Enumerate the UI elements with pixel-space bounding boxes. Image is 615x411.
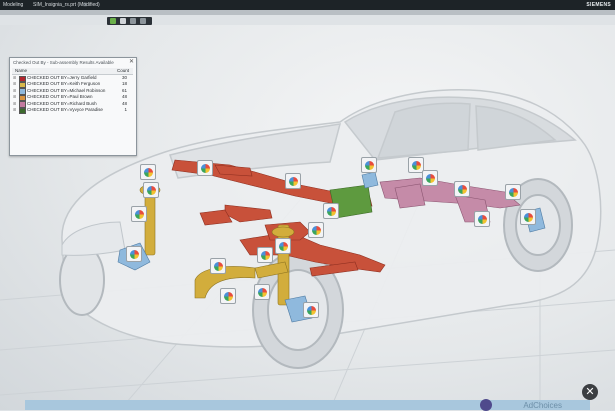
- close-icon[interactable]: ✕: [582, 384, 598, 400]
- checkout-marker-icon[interactable]: [257, 247, 273, 263]
- column-name-header[interactable]: Name: [15, 68, 27, 73]
- row-label: CHECKED OUT BY=Richard Bush: [27, 100, 97, 106]
- row-label: CHECKED OUT BY=Vyvyce Paradise: [27, 106, 103, 112]
- expand-icon[interactable]: ⊞: [13, 94, 16, 99]
- checkout-marker-icon[interactable]: [143, 182, 159, 198]
- checkout-marker-icon[interactable]: [361, 157, 377, 173]
- column-count-header[interactable]: Count: [117, 68, 129, 73]
- checkout-marker-icon[interactable]: [220, 288, 236, 304]
- checkout-marker-icon[interactable]: [474, 211, 490, 227]
- expand-icon[interactable]: ⊞: [13, 107, 16, 112]
- row-count: 61: [121, 87, 127, 93]
- expand-icon[interactable]: ⊞: [13, 75, 16, 80]
- checkout-marker-icon[interactable]: [323, 203, 339, 219]
- checkout-marker-icon[interactable]: [505, 184, 521, 200]
- row-label: CHECKED OUT BY=Jerry Garfield: [27, 75, 97, 80]
- checkout-marker-icon[interactable]: [131, 206, 147, 222]
- checkout-list: ⊞ CHECKED OUT BY=Jerry Garfield 30 ⊞ CHE…: [12, 75, 133, 115]
- checkout-marker-icon[interactable]: [308, 222, 324, 238]
- panel-close-icon[interactable]: ✕: [129, 58, 134, 65]
- expand-icon[interactable]: ⊞: [13, 81, 16, 86]
- row-label: CHECKED OUT BY=Keith Ferguson: [27, 81, 101, 87]
- checkout-marker-icon[interactable]: [140, 164, 156, 180]
- checkout-marker-icon[interactable]: [520, 209, 536, 225]
- ad-banner[interactable]: AdChoices: [25, 400, 590, 410]
- row-label: CHECKED OUT BY=Michael Robinson: [27, 87, 106, 93]
- panel-title: Checked Out By - Sub-assembly Results Av…: [13, 60, 114, 65]
- panel-column-header: Name Count: [12, 68, 133, 75]
- ad-logo-icon: [480, 399, 492, 411]
- row-count: 48: [121, 100, 127, 106]
- row-count: 30: [121, 75, 127, 80]
- checkout-marker-icon[interactable]: [197, 160, 213, 176]
- row-count: 48: [121, 94, 127, 100]
- expand-icon[interactable]: ⊞: [13, 88, 16, 93]
- checked-out-by-panel[interactable]: Checked Out By - Sub-assembly Results Av…: [9, 57, 137, 156]
- adchoices-label[interactable]: AdChoices: [523, 401, 562, 410]
- row-label: CHECKED OUT BY=Paul Brown: [27, 94, 93, 100]
- row-count: 18: [121, 81, 127, 87]
- checkout-marker-icon[interactable]: [303, 302, 319, 318]
- checkout-marker-icon[interactable]: [285, 173, 301, 189]
- checkout-marker-icon[interactable]: [210, 258, 226, 274]
- list-item[interactable]: ⊞ CHECKED OUT BY=Vyvyce Paradise 1: [12, 106, 133, 115]
- expand-icon[interactable]: ⊞: [13, 101, 16, 106]
- checkout-marker-icon[interactable]: [454, 181, 470, 197]
- checkout-marker-icon[interactable]: [254, 284, 270, 300]
- color-swatch: [19, 107, 26, 115]
- checkout-marker-icon[interactable]: [422, 170, 438, 186]
- row-count: 1: [124, 106, 127, 112]
- checkout-marker-icon[interactable]: [275, 238, 291, 254]
- checkout-marker-icon[interactable]: [126, 246, 142, 262]
